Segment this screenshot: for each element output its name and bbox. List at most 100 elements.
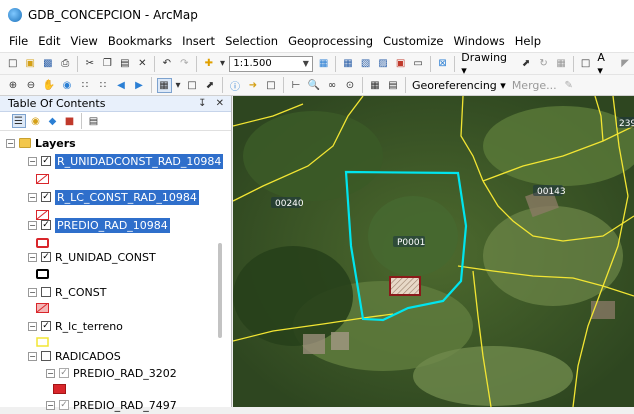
toc-scrollbar[interactable] xyxy=(218,243,222,338)
open-icon[interactable]: ▣ xyxy=(23,56,38,71)
visibility-checkbox[interactable]: ✓ xyxy=(59,368,69,378)
new-doc-icon[interactable]: □ xyxy=(6,56,21,71)
visibility-checkbox[interactable] xyxy=(41,351,51,361)
toc-group-radicados[interactable]: − RADICADOS xyxy=(28,347,121,365)
toc-layer-r-unidad-const[interactable]: − ✓ R_UNIDAD_CONST xyxy=(28,248,156,266)
table-icon[interactable]: ▦ xyxy=(341,56,356,71)
collapse-icon[interactable]: − xyxy=(28,287,37,297)
redo-icon[interactable]: ↷ xyxy=(177,56,192,71)
visibility-checkbox[interactable] xyxy=(41,287,51,297)
fixed-zoom-out-icon[interactable]: ∷ xyxy=(96,78,111,93)
full-extent-icon[interactable]: ◉ xyxy=(60,78,75,93)
fill-color-icon[interactable]: ◤ xyxy=(618,56,633,71)
drawing-menu[interactable]: Drawing ▾ xyxy=(461,51,514,77)
outline-yellow-symbol-icon[interactable] xyxy=(36,337,49,347)
fixed-zoom-in-icon[interactable]: ∷ xyxy=(78,78,93,93)
chevron-down-icon[interactable]: ▾ xyxy=(219,56,226,71)
list-by-visibility-icon[interactable]: ◆ xyxy=(46,114,60,128)
delete-icon[interactable]: ✕ xyxy=(135,56,150,71)
editor-icon[interactable]: ▦ xyxy=(316,56,331,71)
zoom-out-icon[interactable]: ⊖ xyxy=(24,78,39,93)
pan-icon[interactable]: ✋ xyxy=(42,78,57,93)
search-window-icon[interactable]: ▨ xyxy=(376,56,391,71)
identify-icon[interactable]: ⓘ xyxy=(228,78,243,93)
collapse-icon[interactable]: − xyxy=(28,321,37,331)
forward-icon[interactable]: ▶ xyxy=(132,78,147,93)
outline-black-symbol-icon[interactable] xyxy=(36,269,49,279)
menu-windows[interactable]: Windows xyxy=(448,34,509,48)
menu-help[interactable]: Help xyxy=(510,34,546,48)
hatch-red-symbol-icon[interactable] xyxy=(36,174,49,184)
print-icon[interactable]: ⎙ xyxy=(58,56,73,71)
list-by-selection-icon[interactable]: ■ xyxy=(63,114,77,128)
menu-bookmarks[interactable]: Bookmarks xyxy=(103,34,177,48)
go-to-xy-icon[interactable]: ⊙ xyxy=(343,78,358,93)
hyperlink-icon[interactable]: ➜ xyxy=(246,78,261,93)
time-slider-icon[interactable]: ▦ xyxy=(368,78,383,93)
hatch-red-symbol-icon[interactable] xyxy=(36,303,49,313)
find-icon[interactable]: 🔍 xyxy=(307,78,322,93)
toc-layer-r-unidadconst-rad-10984[interactable]: − ✓ R_UNIDADCONST_RAD_10984 xyxy=(28,152,224,170)
measure-icon[interactable]: ⊢ xyxy=(289,78,304,93)
collapse-icon[interactable]: − xyxy=(28,252,37,262)
visibility-checkbox[interactable]: ✓ xyxy=(41,252,51,262)
construction-unit-selected[interactable] xyxy=(389,276,421,296)
back-icon[interactable]: ◀ xyxy=(114,78,129,93)
map-view[interactable]: 00240 00143 P0001 239 xyxy=(233,96,634,407)
toc-layer-r-lc-const-rad-10984[interactable]: − ✓ R_LC_CONST_RAD_10984 xyxy=(28,188,199,206)
clear-selection-icon[interactable]: □ xyxy=(185,78,200,93)
editing-icon[interactable]: ✎ xyxy=(561,78,576,93)
scale-dropdown[interactable]: 1:1.500 ▼ xyxy=(229,55,313,72)
paste-icon[interactable]: ▤ xyxy=(118,56,133,71)
menu-geoprocessing[interactable]: Geoprocessing xyxy=(283,34,378,48)
list-by-source-icon[interactable]: ◉ xyxy=(29,114,43,128)
menu-customize[interactable]: Customize xyxy=(378,34,448,48)
layers-root[interactable]: − Layers xyxy=(6,134,76,152)
visibility-checkbox[interactable]: ✓ xyxy=(59,400,69,410)
visibility-checkbox[interactable]: ✓ xyxy=(41,321,51,331)
toc-layer-predio-rad-3202[interactable]: − ✓ PREDIO_RAD_3202 xyxy=(46,364,177,382)
collapse-icon[interactable]: − xyxy=(28,192,37,202)
visibility-checkbox[interactable]: ✓ xyxy=(41,156,51,166)
select-elements-icon[interactable]: ⬈ xyxy=(203,78,218,93)
find-route-icon[interactable]: ∞ xyxy=(325,78,340,93)
toc-layer-r-const[interactable]: − R_CONST xyxy=(28,283,106,301)
rectangle-icon[interactable]: □ xyxy=(578,56,593,71)
map-canvas[interactable]: 00240 00143 P0001 239 xyxy=(233,96,634,407)
chevron-down-icon[interactable]: ▾ xyxy=(175,78,182,93)
menu-selection[interactable]: Selection xyxy=(220,34,283,48)
menu-view[interactable]: View xyxy=(66,34,103,48)
undo-icon[interactable]: ↶ xyxy=(160,56,175,71)
outline-red-symbol-icon[interactable] xyxy=(36,238,49,248)
merge-button[interactable]: Merge... xyxy=(512,79,557,92)
collapse-icon[interactable]: − xyxy=(46,368,55,378)
catalog-icon[interactable]: ▧ xyxy=(358,56,373,71)
model-builder-icon[interactable]: ⊠ xyxy=(435,56,450,71)
fill-red-symbol-icon[interactable] xyxy=(53,384,66,394)
arctoolbox-icon[interactable]: ▣ xyxy=(393,56,408,71)
add-data-icon[interactable]: ✚ xyxy=(202,56,217,71)
collapse-icon[interactable]: − xyxy=(28,351,37,361)
text-tool[interactable]: A ▾ xyxy=(597,51,613,77)
toc-layer-predio-rad-10984[interactable]: − ✓ PREDIO_RAD_10984 xyxy=(28,216,170,234)
python-icon[interactable]: ▭ xyxy=(411,56,426,71)
georeferencing-menu[interactable]: Georeferencing ▾ xyxy=(412,79,506,92)
collapse-icon[interactable]: − xyxy=(28,156,37,166)
rotate-icon[interactable]: ↻ xyxy=(536,56,551,71)
cut-icon[interactable]: ✂ xyxy=(83,56,98,71)
menu-insert[interactable]: Insert xyxy=(177,34,220,48)
viewer-window-icon[interactable]: ▤ xyxy=(386,78,401,93)
menu-edit[interactable]: Edit xyxy=(33,34,65,48)
options-icon[interactable]: ▤ xyxy=(87,114,101,128)
select-features-icon[interactable]: ▦ xyxy=(156,77,172,93)
toc-window-controls[interactable]: ↧ ✕ xyxy=(198,98,227,109)
visibility-checkbox[interactable]: ✓ xyxy=(41,220,51,230)
collapse-icon[interactable]: − xyxy=(46,400,55,410)
select-elements-icon[interactable]: ⬈ xyxy=(519,56,534,71)
html-popup-icon[interactable]: □ xyxy=(264,78,279,93)
menu-file[interactable]: File xyxy=(4,34,33,48)
toc-layer-r-lc-terreno[interactable]: − ✓ R_lc_terreno xyxy=(28,317,123,335)
list-by-drawing-order-icon[interactable]: ☰ xyxy=(11,114,26,128)
copy-icon[interactable]: ❐ xyxy=(100,56,115,71)
save-icon[interactable]: ▩ xyxy=(41,56,56,71)
